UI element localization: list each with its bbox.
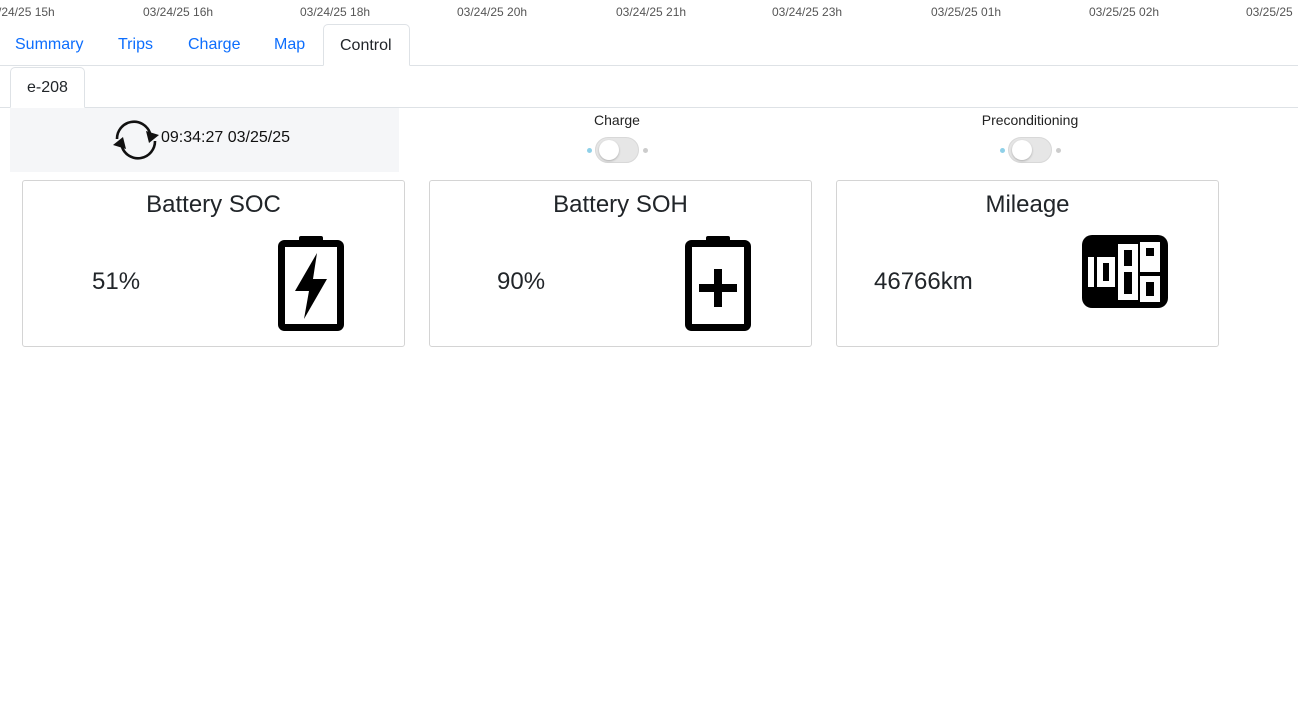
battery-soh-value: 90% bbox=[497, 268, 546, 295]
tab-trips[interactable]: Trips bbox=[103, 24, 168, 66]
card-title: Battery SOH bbox=[553, 191, 688, 218]
tab-map[interactable]: Map bbox=[259, 24, 320, 66]
preconditioning-toggle-label: Preconditioning bbox=[981, 112, 1079, 128]
odometer-icon bbox=[1081, 234, 1169, 315]
vehicle-tabs: e-208 bbox=[0, 66, 1298, 108]
charge-toggle[interactable] bbox=[587, 136, 648, 164]
tab-charge[interactable]: Charge bbox=[173, 24, 255, 66]
timeline-axis: /24/25 15h 03/24/25 16h 03/24/25 18h 03/… bbox=[0, 0, 1298, 24]
tab-vehicle[interactable]: e-208 bbox=[10, 67, 85, 108]
tab-control[interactable]: Control bbox=[323, 24, 410, 66]
timeline-tick: 03/24/25 20h bbox=[457, 5, 528, 19]
battery-charging-icon bbox=[277, 235, 345, 336]
battery-health-icon bbox=[684, 235, 752, 336]
battery-soh-card: Battery SOH 90% bbox=[429, 180, 812, 347]
charge-switch[interactable] bbox=[595, 137, 639, 163]
switch-knob bbox=[599, 140, 619, 160]
refresh-icon[interactable] bbox=[110, 118, 162, 162]
timeline-tick: 03/24/25 16h bbox=[143, 5, 214, 19]
timeline-tick: 03/24/25 21h bbox=[616, 5, 687, 19]
mileage-value: 46766km bbox=[874, 268, 973, 295]
switch-knob bbox=[1012, 140, 1032, 160]
timeline-tick: 03/24/25 23h bbox=[772, 5, 843, 19]
charge-toggle-group: Charge bbox=[517, 108, 717, 172]
preconditioning-switch[interactable] bbox=[1008, 137, 1052, 163]
timeline-tick: 03/25/25 02h bbox=[1089, 5, 1160, 19]
timeline-tick: 03/25/25 bbox=[1246, 5, 1293, 19]
card-title: Battery SOC bbox=[146, 191, 281, 218]
refresh-panel: 09:34:27 03/25/25 bbox=[10, 108, 399, 172]
main-nav-tabs: Summary Trips Charge Map Control bbox=[0, 24, 1298, 66]
tab-summary[interactable]: Summary bbox=[0, 24, 98, 66]
preconditioning-toggle[interactable] bbox=[1000, 136, 1061, 164]
timeline-tick: 03/24/25 18h bbox=[300, 5, 371, 19]
card-title: Mileage bbox=[985, 191, 1070, 218]
mileage-card: Mileage 46766km bbox=[836, 180, 1219, 347]
toggle-on-indicator bbox=[1000, 148, 1005, 153]
timeline-tick: 03/25/25 01h bbox=[931, 5, 1002, 19]
battery-soc-card: Battery SOC 51% bbox=[22, 180, 405, 347]
preconditioning-toggle-group: Preconditioning bbox=[930, 108, 1130, 172]
toggle-off-indicator bbox=[643, 148, 648, 153]
battery-soc-value: 51% bbox=[92, 268, 141, 295]
toggle-on-indicator bbox=[587, 148, 592, 153]
last-update-time: 09:34:27 03/25/25 bbox=[161, 129, 291, 146]
charge-toggle-label: Charge bbox=[594, 112, 640, 128]
timeline-tick: /24/25 15h bbox=[0, 5, 55, 19]
toggle-off-indicator bbox=[1056, 148, 1061, 153]
